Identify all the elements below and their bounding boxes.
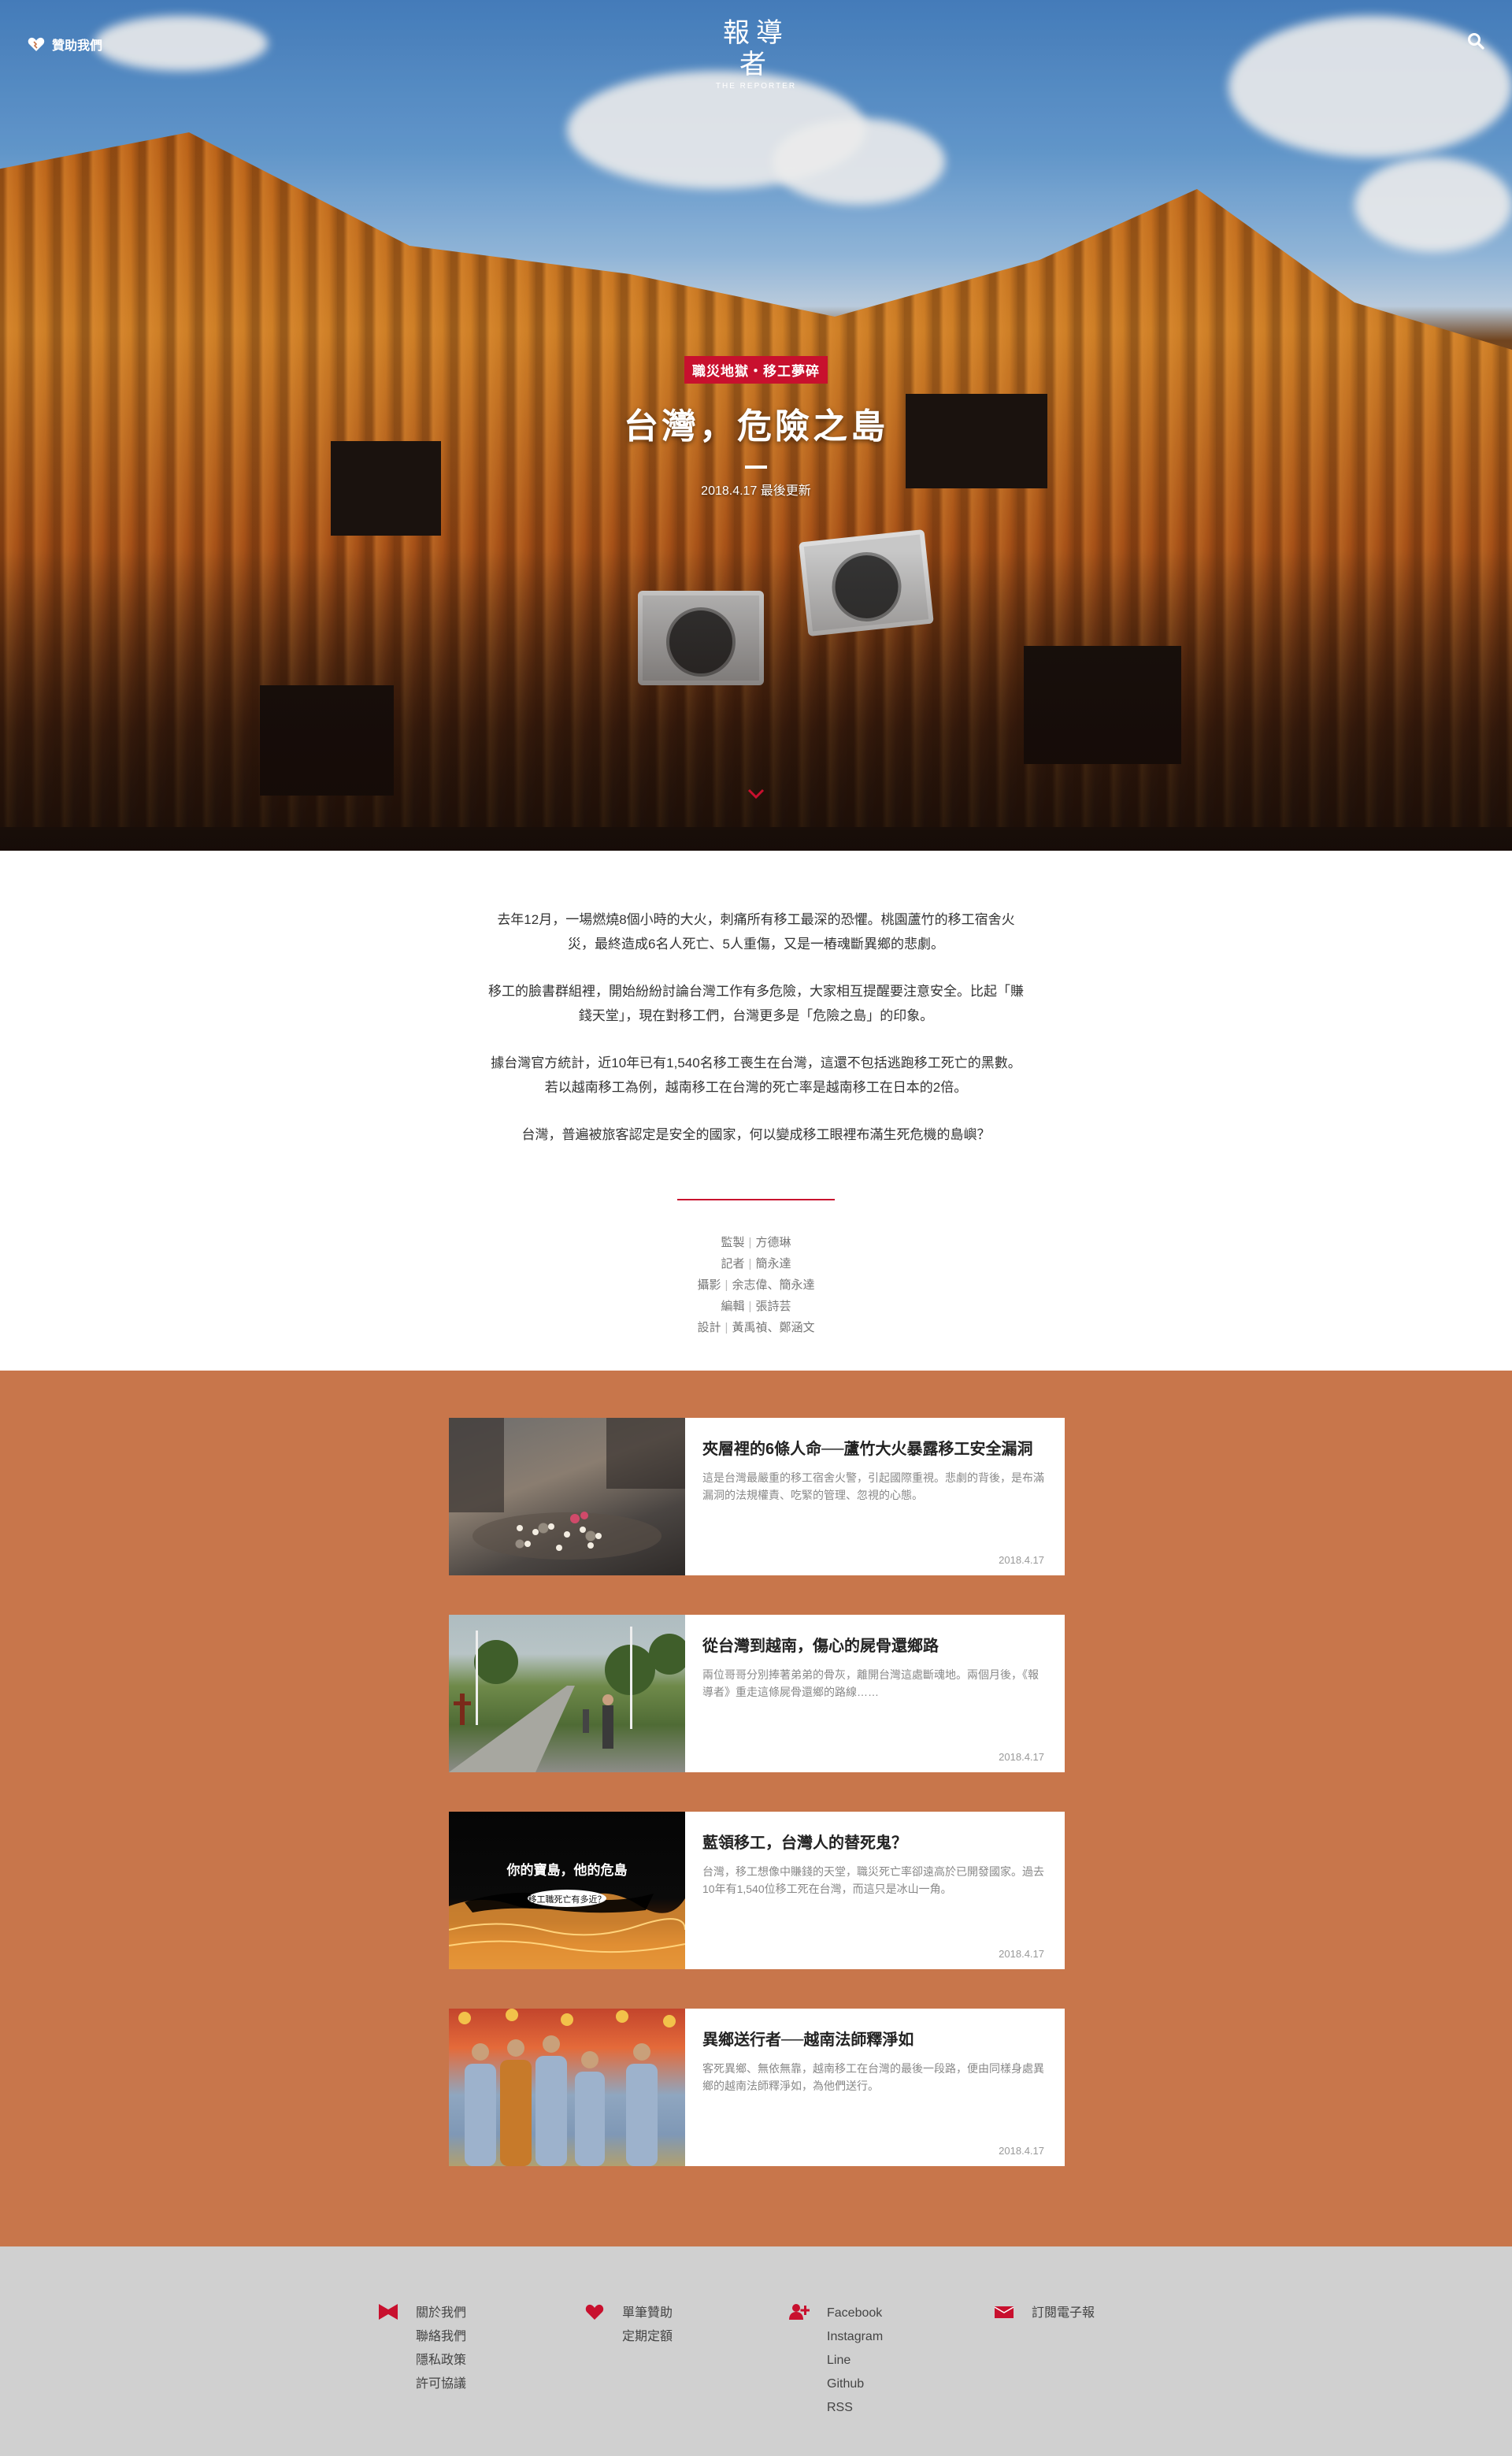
donate-button[interactable]: 贊助我們 [27, 35, 102, 54]
heart-icon [585, 2304, 604, 2320]
page-title: 台灣，危險之島 [624, 407, 888, 446]
story-date: 2018.4.17 [999, 1751, 1044, 1763]
credit-separator: | [724, 1278, 728, 1292]
story-body: 異鄉送行者──越南法師釋淨如 客死異鄉、無依無靠，越南移工在台灣的最後一段路，便… [685, 2009, 1065, 2166]
intro-text: 去年12月，一場燃燒8個小時的大火，刺痛所有移工最深的恐懼。桃園蘆竹的移工宿舍火… [487, 907, 1025, 1170]
story-description: 台灣，移工想像中賺錢的天堂，職災死亡率卻遠高於已開發國家。過去10年有1,540… [702, 1865, 1044, 1895]
footer-link-github[interactable]: Github [827, 2373, 883, 2396]
intro-paragraph: 據台灣官方統計，近10年已有1,540名移工喪生在台灣，這還不包括逃跑移工死亡的… [491, 1055, 1021, 1095]
hero-heading: 職災地獄・移工夢碎 台灣，危險之島 2018.4.17 最後更新 [520, 356, 992, 499]
credits: 監製 | 方德琳 記者 | 簡永達 攝影 | 余志偉、簡永達 編輯 | 張詩芸 設計 | 黃禹禎、鄭… [598, 1232, 914, 1338]
credit-separator: | [748, 1300, 752, 1313]
donate-label: 贊助我們 [52, 39, 103, 53]
mail-icon [994, 2306, 1014, 2318]
donate-heart-icon [28, 37, 45, 51]
credit-line: 編輯 | 張詩芸 [598, 1296, 914, 1317]
story-title: 夾層裡的6條人命──蘆竹大火暴露移工安全漏洞 [702, 1441, 1033, 1458]
story-card[interactable]: 你的寶島，他的危島 移工職死亡有多近？ 藍領移工，台灣人的替死鬼？ 台灣，移工想… [449, 1812, 1065, 1969]
story-card[interactable]: 從台灣到越南，傷心的屍骨還鄉路 兩位哥哥分別捧著弟弟的骨灰，離開台灣這處斷魂地。… [449, 1615, 1065, 1772]
credit-line: 攝影 | 余志偉、簡永達 [598, 1274, 914, 1296]
story-image-art [449, 1418, 685, 1560]
footer-link-contact[interactable]: 聯絡我們 [416, 2325, 466, 2349]
intro-section: 去年12月，一場燃燒8個小時的大火，刺痛所有移工最深的恐懼。桃園蘆竹的移工宿舍火… [0, 851, 1512, 1371]
intro-paragraph: 台灣，普遍被旅客認定是安全的國家，何以變成移工眼裡布滿生死危機的島嶼？ [521, 1127, 991, 1142]
intro-paragraph: 去年12月，一場燃燒8個小時的大火，刺痛所有移工最深的恐懼。桃園蘆竹的移工宿舍火… [497, 912, 1015, 952]
story-image-art [449, 1890, 685, 1969]
section-divider [677, 1199, 835, 1200]
credit-separator: | [748, 1236, 752, 1249]
top-bar: 贊助我們 報導者 THE REPORTER [0, 0, 1512, 91]
story-image-caption: 你的寶島，他的危島 [506, 1863, 628, 1878]
footer-link-newsletter[interactable]: 訂閱電子報 [1032, 2302, 1095, 2325]
story-image-art [458, 2009, 676, 2166]
story-image [449, 1615, 685, 1772]
credit-names: 余志偉、簡永達 [732, 1278, 815, 1292]
credit-names: 張詩芸 [755, 1300, 791, 1313]
credit-role: 攝影 [697, 1278, 721, 1292]
credit-role: 編輯 [721, 1300, 745, 1313]
footer-links: Facebook Instagram Line Github RSS [827, 2302, 883, 2420]
story-date: 2018.4.17 [999, 2145, 1044, 2157]
credit-role: 設計 [697, 1321, 721, 1334]
footer-link-recurring-donation[interactable]: 定期定額 [622, 2325, 673, 2349]
footer-link-license[interactable]: 許可協議 [416, 2373, 466, 2396]
story-description: 客死異鄉、無依無靠，越南移工在台灣的最後一段路，便由同樣身處異鄉的越南法師釋淨如… [702, 2062, 1044, 2092]
site-logo[interactable]: 報導者 THE REPORTER [709, 17, 803, 91]
credit-line: 監製 | 方德琳 [598, 1232, 914, 1253]
hero-section: 贊助我們 報導者 THE REPORTER 職災地獄・移工夢碎 台灣，危險之島 … [0, 0, 1512, 851]
topic-tag[interactable]: 職災地獄・移工夢碎 [684, 356, 828, 384]
story-image: 你的寶島，他的危島 移工職死亡有多近？ [449, 1812, 685, 1969]
scroll-down-icon[interactable] [747, 788, 765, 800]
story-card[interactable]: 夾層裡的6條人命──蘆竹大火暴露移工安全漏洞 這是台灣最嚴重的移工宿舍火警，引起… [449, 1418, 1065, 1575]
flag-icon [379, 2304, 398, 2320]
credit-separator: | [748, 1257, 752, 1271]
story-title: 從台灣到越南，傷心的屍骨還鄉路 [702, 1638, 939, 1655]
footer-link-instagram[interactable]: Instagram [827, 2325, 883, 2349]
updated-date: 2018.4.17 最後更新 [701, 484, 811, 498]
credit-names: 簡永達 [755, 1257, 791, 1271]
credit-line: 記者 | 簡永達 [598, 1253, 914, 1274]
story-image [449, 2009, 685, 2166]
search-icon[interactable] [1466, 32, 1485, 50]
story-date: 2018.4.17 [999, 1554, 1044, 1566]
credit-separator: | [724, 1321, 728, 1334]
story-title: 藍領移工，台灣人的替死鬼？ [702, 1835, 907, 1852]
intro-paragraph: 移工的臉書群組裡，開始紛紛討論台灣工作有多危險，大家相互提醒要注意安全。比起「賺… [488, 984, 1024, 1023]
story-card[interactable]: 異鄉送行者──越南法師釋淨如 客死異鄉、無依無靠，越南移工在台灣的最後一段路，便… [449, 2009, 1065, 2166]
footer-links: 訂閱電子報 [1032, 2302, 1095, 2325]
story-body: 從台灣到越南，傷心的屍骨還鄉路 兩位哥哥分別捧著弟弟的骨灰，離開台灣這處斷魂地。… [685, 1615, 1065, 1772]
story-image-subcaption: 移工職死亡有多近？ [528, 1895, 606, 1905]
story-body: 藍領移工，台灣人的替死鬼？ 台灣，移工想像中賺錢的天堂，職災死亡率卻遠高於已開發… [685, 1812, 1065, 1969]
footer-link-privacy[interactable]: 隱私政策 [416, 2349, 466, 2373]
footer-link-line[interactable]: Line [827, 2349, 883, 2373]
footer-link-facebook[interactable]: Facebook [827, 2302, 883, 2325]
title-divider [745, 466, 767, 469]
stories-section: 夾層裡的6條人命──蘆竹大火暴露移工安全漏洞 這是台灣最嚴重的移工宿舍火警，引起… [0, 1371, 1512, 2246]
footer-links: 關於我們 聯絡我們 隱私政策 許可協議 [416, 2302, 466, 2396]
story-body: 夾層裡的6條人命──蘆竹大火暴露移工安全漏洞 這是台灣最嚴重的移工宿舍火警，引起… [685, 1418, 1065, 1575]
site-footer: 關於我們 聯絡我們 隱私政策 許可協議 單筆贊助 定期定額 Facebook I… [0, 2246, 1512, 2456]
story-description: 兩位哥哥分別捧著弟弟的骨灰，離開台灣這處斷魂地。兩個月後，《報導者》重走這條屍骨… [702, 1668, 1039, 1698]
story-image-art [449, 1627, 685, 1772]
logo-chinese: 報導者 [723, 17, 789, 80]
credit-names: 黃禹禎、鄭涵文 [732, 1321, 815, 1334]
add-user-icon [789, 2304, 810, 2320]
story-title: 異鄉送行者──越南法師釋淨如 [702, 2031, 914, 2049]
footer-link-rss[interactable]: RSS [827, 2396, 883, 2420]
footer-links: 單筆贊助 定期定額 [622, 2302, 673, 2349]
logo-english: THE REPORTER [715, 82, 797, 91]
story-image [449, 1418, 685, 1575]
story-description: 這是台灣最嚴重的移工宿舍火警，引起國際重視。悲劇的背後，是布滿漏洞的法規權責、吃… [702, 1471, 1044, 1501]
story-date: 2018.4.17 [999, 1948, 1044, 1960]
credit-role: 監製 [721, 1236, 745, 1249]
footer-link-single-donation[interactable]: 單筆贊助 [622, 2302, 673, 2325]
footer-link-about[interactable]: 關於我們 [416, 2302, 466, 2325]
credit-line: 設計 | 黃禹禎、鄭涵文 [598, 1317, 914, 1338]
credit-names: 方德琳 [755, 1236, 791, 1249]
credit-role: 記者 [721, 1257, 745, 1271]
